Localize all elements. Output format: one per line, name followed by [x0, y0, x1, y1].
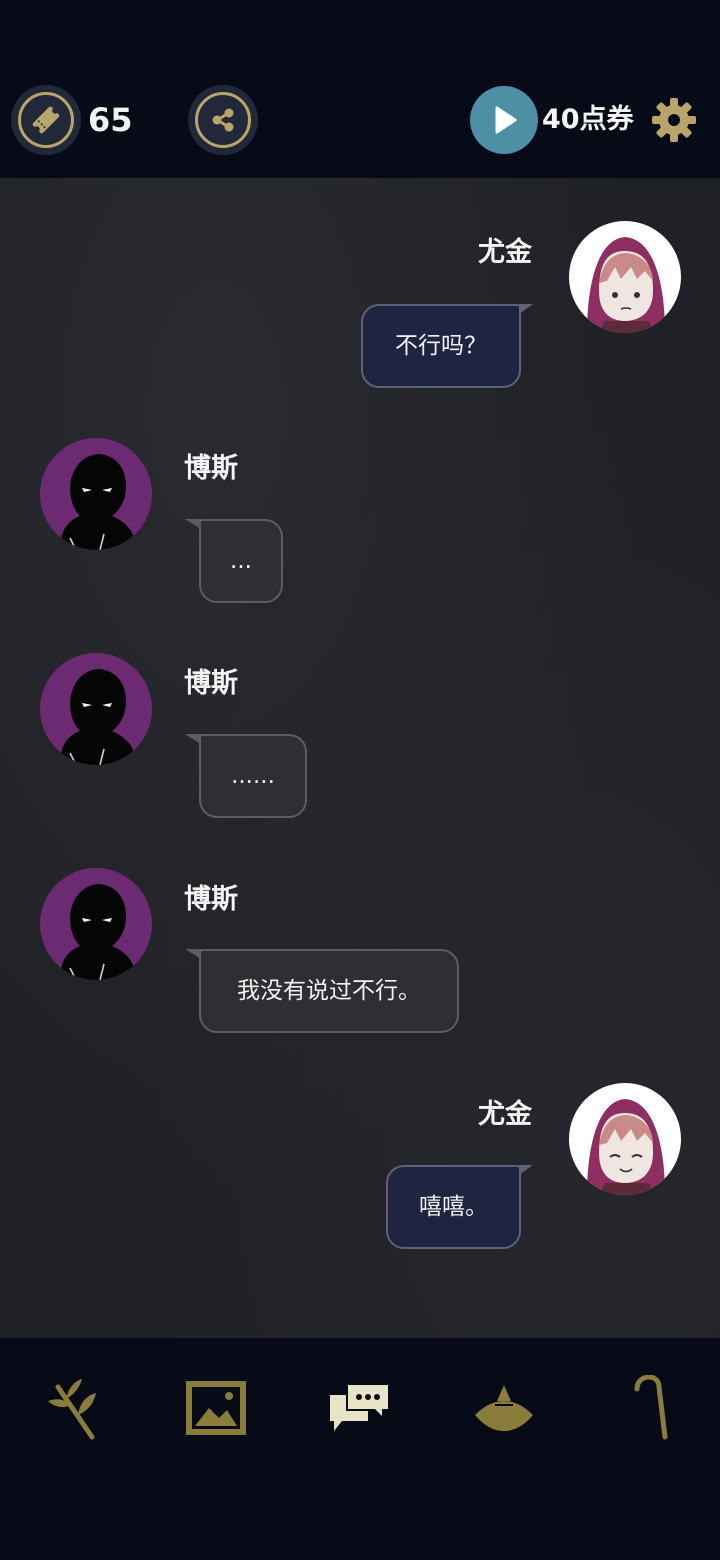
app-screen: 65 40点券 尤金 不行吗？ 博斯 ... 博斯 ...... 博斯 我没有说…	[0, 0, 720, 1560]
message-text: ...	[230, 548, 252, 574]
speaker-name: 尤金	[478, 237, 532, 268]
yujin-avatar[interactable]	[569, 1083, 681, 1195]
ticket-icon	[18, 92, 74, 148]
nav-item-hat[interactable]	[464, 1368, 544, 1448]
message-bubble[interactable]: 不行吗？	[361, 304, 533, 388]
cane-icon	[634, 1375, 668, 1440]
play-icon	[495, 106, 517, 134]
bosi-avatar[interactable]	[40, 868, 152, 980]
speaker-name: 尤金	[478, 1099, 532, 1130]
bosi-avatar[interactable]	[40, 438, 152, 550]
play-button[interactable]	[470, 86, 538, 154]
message-bubble[interactable]: ...	[185, 519, 283, 603]
speaker-name: 博斯	[184, 668, 238, 699]
message-text: ......	[231, 763, 275, 789]
nav-item-branch[interactable]	[34, 1368, 114, 1448]
ticket-count: 65	[88, 101, 133, 139]
speaker-name: 博斯	[184, 884, 238, 915]
nav-item-chat[interactable]	[320, 1368, 400, 1448]
ticket-button[interactable]	[11, 85, 81, 155]
settings-button[interactable]	[650, 96, 698, 144]
chat-area[interactable]: 尤金 不行吗？ 博斯 ... 博斯 ...... 博斯 我没有说过不行。 尤金 …	[0, 178, 720, 1338]
gallery-icon	[186, 1381, 246, 1435]
hat-icon	[475, 1385, 533, 1431]
speaker-name: 博斯	[184, 453, 238, 484]
bosi-avatar[interactable]	[40, 653, 152, 765]
bottom-nav	[0, 1338, 720, 1560]
message-text: 我没有说过不行。	[237, 978, 421, 1004]
message-bubble[interactable]: 嘻嘻。	[386, 1165, 533, 1249]
top-bar: 65 40点券	[0, 0, 720, 178]
yujin-avatar[interactable]	[569, 221, 681, 333]
message-bubble[interactable]: 我没有说过不行。	[185, 949, 459, 1033]
share-button[interactable]	[188, 85, 258, 155]
gear-icon	[652, 98, 696, 142]
coupon-label: 40点券	[542, 104, 634, 135]
message-text: 不行吗？	[395, 333, 487, 359]
branch-icon	[48, 1379, 96, 1440]
message-text: 嘻嘻。	[419, 1194, 488, 1220]
nav-item-cane[interactable]	[608, 1368, 688, 1448]
chat-icon	[330, 1383, 390, 1431]
share-icon	[195, 92, 251, 148]
message-bubble[interactable]: ......	[185, 734, 307, 818]
nav-item-gallery[interactable]	[176, 1368, 256, 1448]
